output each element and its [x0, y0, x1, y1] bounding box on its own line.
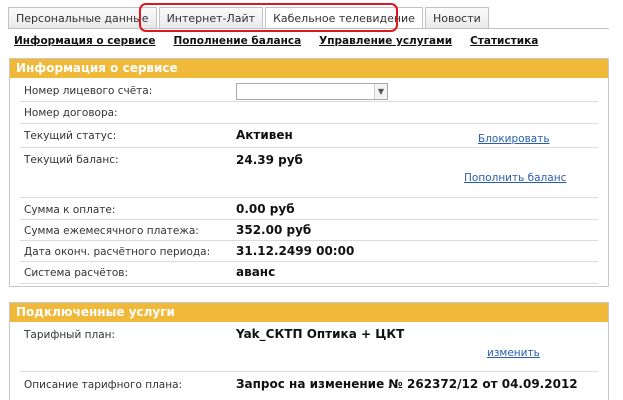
chevron-down-icon[interactable]: ▼ — [374, 84, 387, 99]
period-end-value: 31.12.2499 00:00 — [236, 244, 355, 258]
billing-system-value: аванс — [236, 265, 276, 279]
block-link[interactable]: Блокировать — [478, 133, 550, 145]
subnav-statistics[interactable]: Статистика — [470, 35, 538, 47]
period-end-label: Дата оконч. расчётного периода: — [24, 246, 211, 258]
period-end-row: Дата оконч. расчётного периода: 31.12.24… — [20, 241, 598, 262]
plan-description-value: Запрос на изменение № 262372/12 от 04.09… — [236, 377, 578, 391]
account-number-row: Номер лицевого счёта: ▼ — [20, 80, 598, 102]
change-plan-link[interactable]: изменить — [487, 347, 540, 359]
tariff-plan-value: Yak_СКТП Оптика + ЦКТ — [236, 327, 405, 341]
red-highlight-annotation — [139, 3, 398, 32]
balance-value: 24.39 руб — [236, 153, 303, 167]
amount-due-value: 0.00 руб — [236, 202, 295, 216]
monthly-payment-row: Сумма ежемесячного платежа: 352.00 руб — [20, 220, 598, 241]
subnav-balance-topup[interactable]: Пополнение баланса — [173, 35, 301, 47]
amount-due-row: Сумма к оплате: 0.00 руб — [20, 198, 598, 220]
status-value: Активен — [236, 128, 293, 142]
service-info-header: Информация о сервисе — [10, 59, 608, 78]
topup-balance-link[interactable]: Пополнить баланс — [464, 172, 566, 184]
tariff-plan-row: Тарифный план: Yak_СКТП Оптика + ЦКТ изм… — [20, 322, 598, 372]
subnav-service-management[interactable]: Управление услугами — [319, 35, 452, 47]
status-label: Текущий статус: — [24, 130, 117, 142]
contract-number-label: Номер договора: — [24, 107, 118, 119]
balance-row: Текущий баланс: 24.39 руб Пополнить бала… — [20, 148, 598, 198]
subnav-service-info[interactable]: Информация о сервисе — [14, 35, 155, 47]
plan-description-label: Описание тарифного плана: — [24, 379, 183, 391]
connected-services-header: Подключенные услуги — [10, 303, 608, 322]
sub-navigation: Информация о сервисе Пополнение баланса … — [14, 35, 556, 47]
billing-system-row: Система расчётов: аванс — [20, 262, 598, 284]
plan-description-row: Описание тарифного плана: Запрос на изме… — [20, 372, 598, 396]
monthly-payment-value: 352.00 руб — [236, 223, 312, 237]
amount-due-label: Сумма к оплате: — [24, 204, 116, 216]
tab-news[interactable]: Новости — [424, 7, 489, 29]
tab-personal-data[interactable]: Персональные данные — [8, 7, 157, 29]
balance-label: Текущий баланс: — [24, 154, 119, 166]
service-info-panel: Информация о сервисе Номер лицевого счёт… — [9, 58, 609, 287]
billing-system-label: Система расчётов: — [24, 267, 129, 279]
tariff-plan-label: Тарифный план: — [24, 329, 116, 341]
contract-number-row: Номер договора: — [20, 102, 598, 124]
status-row: Текущий статус: Активен Блокировать — [20, 124, 598, 148]
monthly-payment-label: Сумма ежемесячного платежа: — [24, 225, 199, 237]
account-number-label: Номер лицевого счёта: — [24, 85, 153, 97]
connected-services-panel: Подключенные услуги Тарифный план: Yak_С… — [9, 302, 609, 400]
account-number-select[interactable]: ▼ — [236, 83, 388, 100]
